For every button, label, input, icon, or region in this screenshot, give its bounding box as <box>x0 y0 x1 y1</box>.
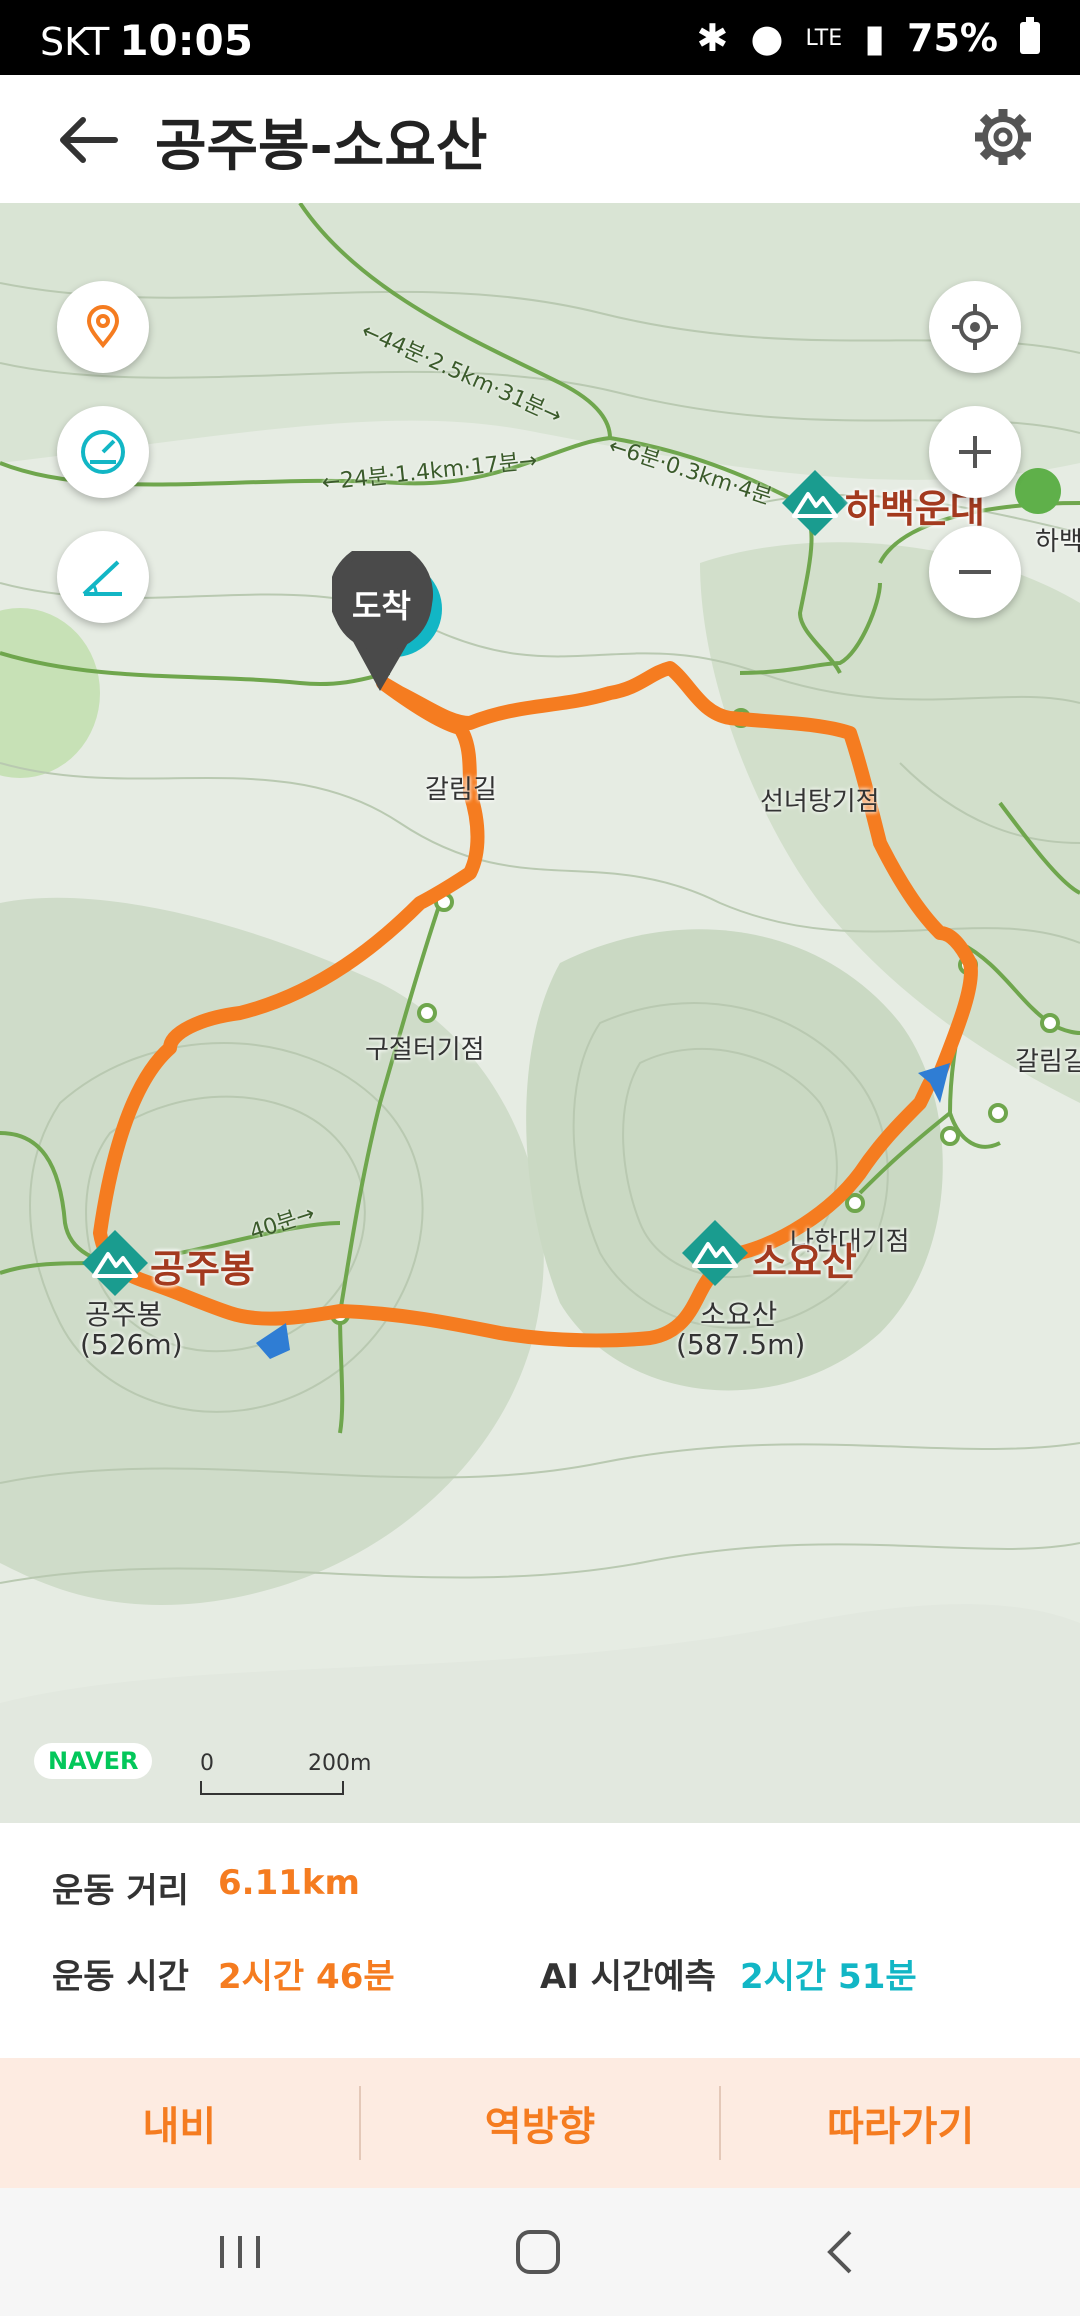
back-arrow-icon[interactable] <box>55 110 125 170</box>
time-value: 2시간 46분 <box>218 1957 395 1997</box>
ai-estimate-value: 2시간 51분 <box>740 1957 917 1997</box>
slope-icon <box>82 560 122 596</box>
place-label: 갈림길 <box>425 775 497 805</box>
reverse-button[interactable]: 역방향 <box>361 2058 720 2188</box>
mountain-poi-icon <box>1015 468 1061 514</box>
zoom-in-button[interactable] <box>929 406 1021 498</box>
battery-icon <box>1020 17 1040 54</box>
peak-name: 소요산 <box>700 1298 778 1331</box>
battery-text: 75% <box>907 16 998 60</box>
location-icon: ● <box>750 16 784 60</box>
peak-elevation: (526m) <box>80 1328 183 1361</box>
plus-icon <box>959 436 991 468</box>
action-bar: 내비 역방향 따라가기 <box>0 2058 1080 2188</box>
lte-icon: LTE <box>805 25 843 51</box>
follow-button[interactable]: 따라가기 <box>721 2058 1080 2188</box>
system-nav-bar <box>0 2188 1080 2316</box>
signal-icon: ▮ <box>864 16 886 60</box>
recent-apps-icon[interactable] <box>210 2226 270 2278</box>
map-terrain <box>0 203 1080 1823</box>
arrival-marker-label: 도착 <box>352 587 411 625</box>
crosshair-icon <box>952 304 998 350</box>
peak-name: 공주봉 <box>85 1298 163 1331</box>
speedometer-icon <box>81 430 125 474</box>
clock: 10:05 <box>119 16 254 65</box>
place-label: 선녀탕기점 <box>760 787 880 817</box>
peak-marker[interactable] <box>80 1228 150 1302</box>
navi-button[interactable]: 내비 <box>0 2058 359 2188</box>
bluetooth-icon: ✱ <box>696 16 729 60</box>
mountain-icon <box>782 470 848 536</box>
scale-bar <box>200 1781 344 1795</box>
status-right: ✱ ● LTE ▮ 75% <box>697 16 1040 60</box>
status-bar: SKT 10:05 ✱ ● LTE ▮ 75% <box>0 0 1080 75</box>
zoom-out-button[interactable] <box>929 526 1021 618</box>
elevation-button[interactable] <box>57 531 149 623</box>
mountain-icon <box>82 1230 148 1296</box>
gps-locate-button[interactable] <box>929 281 1021 373</box>
mountain-icon <box>682 1220 748 1286</box>
peak-label: 소요산 <box>752 1240 857 1284</box>
minus-icon <box>959 570 991 574</box>
place-label: 구절터기점 <box>365 1035 485 1065</box>
map-view[interactable]: ←44분·2.5km·31분→ ←6분·0.3km·4분 ←24분·1.4km·… <box>0 203 1080 1823</box>
time-label: 운동 시간 <box>52 1957 189 1997</box>
peak-marker[interactable] <box>780 468 850 542</box>
distance-label: 운동 거리 <box>52 1871 189 1911</box>
place-label: 갈림길 <box>1015 1047 1080 1077</box>
gear-icon[interactable] <box>971 105 1035 169</box>
my-location-pin-button[interactable] <box>57 281 149 373</box>
page-title: 공주봉-소요산 <box>155 114 488 179</box>
place-label: 하백운대 <box>1035 527 1080 557</box>
map-scale: 0 200m <box>200 1751 371 1795</box>
route-summary-sheet: 운동 거리 6.11km 운동 시간 2시간 46분 AI 시간예측 2시간 5… <box>0 1823 1080 2058</box>
peak-marker[interactable] <box>680 1218 750 1292</box>
location-pin-icon <box>86 305 120 349</box>
app-header: 공주봉-소요산 <box>0 75 1080 203</box>
scale-end: 200m <box>308 1751 372 1776</box>
speedometer-button[interactable] <box>57 406 149 498</box>
back-nav-icon[interactable] <box>812 2226 872 2278</box>
naver-logo: NAVER <box>34 1743 153 1779</box>
carrier: SKT <box>40 20 110 64</box>
status-left: SKT 10:05 <box>40 16 253 65</box>
distance-value: 6.11km <box>218 1863 360 1903</box>
scale-start: 0 <box>200 1751 214 1776</box>
peak-label: 공주봉 <box>150 1247 255 1291</box>
home-icon[interactable] <box>508 2226 568 2278</box>
peak-elevation: (587.5m) <box>676 1328 806 1361</box>
ai-estimate-label: AI 시간예측 <box>540 1957 716 1997</box>
